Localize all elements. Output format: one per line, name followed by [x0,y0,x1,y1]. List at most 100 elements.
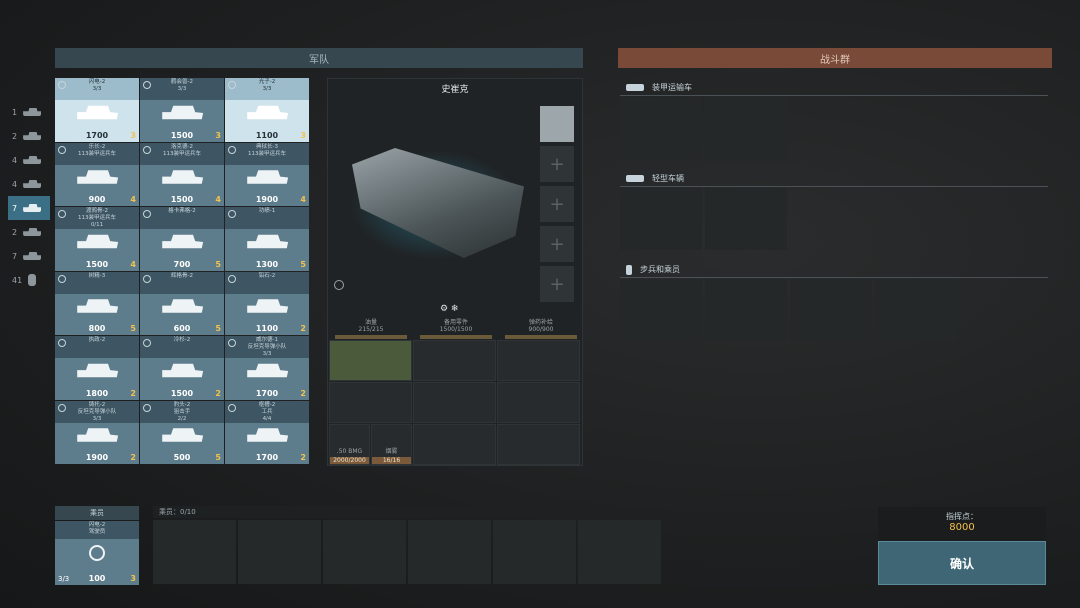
stat-ammo: 弹药补给 900/900 [505,317,577,339]
battlegroup-slot[interactable] [620,188,702,250]
unit-card[interactable]: 典狱长-3 113装甲运兵车 1900 4 [225,142,309,206]
helicopter-icon [23,108,42,116]
unit-availability: 3/3 [262,86,272,92]
variant-slot[interactable] [540,106,574,142]
weapon-slot-gun[interactable] [329,340,412,381]
rotate-icon[interactable] [334,280,344,290]
crew-tab[interactable]: 乘员 [55,506,139,520]
unit-card[interactable]: 乐长-2 113装甲运兵车 900 4 [55,142,139,206]
battlegroup-slot[interactable] [620,279,702,341]
weapon-slot[interactable] [329,382,412,423]
unit-card[interactable]: 辉格骨-2 600 5 [140,271,224,335]
rail-item-helicopter[interactable]: 1 [8,100,50,124]
crew-slots [153,520,661,584]
rail-count: 41 [12,275,23,285]
ammo-name: 烟雾 [385,448,398,455]
unit-card[interactable]: 执政-2 1800 2 [55,336,139,400]
weapon-slot[interactable] [413,340,496,381]
unit-card[interactable]: 铸托-2 反坦克导弹小队 3/3 1900 2 [55,400,139,464]
crew-card[interactable]: 闪电-2 驾驶员 3/3 100 3 [55,521,139,585]
unit-card-header: 枢槽-2 工兵 4/4 [225,400,309,423]
weapon-slot[interactable] [413,424,496,465]
crew-slot[interactable] [323,520,406,584]
steering-wheel-icon [58,403,66,412]
weapon-slot[interactable] [497,382,580,423]
crew-slot[interactable] [238,520,321,584]
unit-card[interactable]: 枢槽-2 工兵 4/4 1700 2 [225,400,309,464]
unit-card[interactable]: 格卡弗格-2 700 5 [140,207,224,271]
unit-availability: 0/11 [90,222,104,228]
crew-slot[interactable] [493,520,576,584]
unit-subtitle: 113装甲运兵车 [248,150,286,157]
command-value: 8000 [949,522,975,533]
unit-cost: 1500 [85,259,109,269]
unit-card[interactable]: 铅石-2 1100 2 [225,271,309,335]
unit-cost: 1800 [85,388,109,398]
unit-card-header: 格卡弗格-2 [140,207,224,229]
settings-icon[interactable]: ⚙ ❄ [440,304,458,314]
rail-item-tank[interactable]: 4 [8,172,50,196]
rail-item-apc[interactable]: 7 [8,196,50,220]
unit-cost: 1300 [255,259,279,269]
battlegroup-slot[interactable] [790,279,872,341]
unit-cost: 1700 [255,453,279,462]
unit-availability: 3/3 [92,415,102,422]
rail-item-light-vehicle[interactable]: 7 [8,244,50,268]
stat-bar [335,335,407,339]
crew-slot[interactable] [408,520,491,584]
unit-vehicle-icon [77,428,119,442]
add-variant-button[interactable]: + [540,226,574,262]
unit-card-header: 洛克德-2 113装甲运兵车 [140,142,224,165]
steering-wheel-icon [228,339,236,347]
rail-count: 1 [12,107,18,117]
unit-count: 4 [300,195,306,204]
rail-item-tank[interactable]: 2 [8,220,50,244]
unit-vehicle-icon [247,363,289,378]
unit-card[interactable]: 光子-2 3/3 1100 3 [225,78,309,142]
ammo-slot-bmg[interactable]: .50 BMG 2000/2000 [329,424,370,465]
steering-wheel-icon [143,274,151,283]
battlegroup-slot[interactable] [705,279,787,341]
crew-slot[interactable] [578,520,661,584]
unit-name: 典狱长-3 [256,143,278,150]
battlegroup-slot[interactable] [705,188,787,250]
unit-card[interactable]: 洛克德-2 113装甲运兵车 1500 4 [140,142,224,206]
rail-item-tank[interactable]: 4 [8,148,50,172]
unit-card-header: 辉格骨-2 [140,271,224,294]
unit-name: 辉格骨-2 [171,272,193,279]
unit-card[interactable]: 威尔德-1 反坦克导弹小队 3/3 1700 2 [225,336,309,400]
rail-count: 7 [12,251,18,261]
steering-wheel-icon [58,339,66,347]
add-variant-button[interactable]: + [540,266,574,302]
unit-card[interactable]: 树精-3 800 5 [55,271,139,335]
rail-item-tank[interactable]: 2 [8,124,50,148]
ammo-slot-smoke[interactable]: 烟雾 16/16 [371,424,412,465]
rail-count: 7 [12,203,18,213]
unit-vehicle-icon [77,363,119,378]
unit-card[interactable]: 豹头-2 狙击手 2/2 500 5 [140,400,224,464]
confirm-button[interactable]: 确认 [878,541,1046,585]
battlegroup-slot[interactable] [620,97,702,159]
battlegroup-slot[interactable] [875,279,957,341]
rail-item-infantry[interactable]: 41 [8,268,50,292]
unit-card[interactable]: 功绩-1 1300 5 [225,207,309,271]
unit-card-header: 铸托-2 反坦克导弹小队 3/3 [55,400,139,423]
unit-name: 铸托-2 [88,401,106,408]
battlegroup-slot[interactable] [705,97,787,159]
weapon-slot[interactable] [413,382,496,423]
crew-slot[interactable] [153,520,236,584]
unit-card-header: 功绩-1 [225,207,309,229]
unit-card[interactable]: 闪电-2 3/3 1700 3 [55,78,139,142]
unit-count: 2 [215,388,221,398]
add-variant-button[interactable]: + [540,186,574,222]
weapon-slot[interactable] [497,340,580,381]
unit-card[interactable]: 鹳会兽-2 3/3 1500 3 [140,78,224,142]
ammo-count: 16/16 [372,457,411,464]
weapon-slot[interactable] [497,424,580,465]
add-variant-button[interactable]: + [540,146,574,182]
unit-vehicle-icon [77,105,119,120]
unit-card[interactable]: 渡鸦骨-2 113装甲运兵车 0/11 1500 4 [55,207,139,271]
section-infantry: 步兵和乘员 [620,262,1048,278]
unit-card[interactable]: 冷杉-2 1500 2 [140,336,224,400]
unit-vehicle-icon [77,170,119,184]
